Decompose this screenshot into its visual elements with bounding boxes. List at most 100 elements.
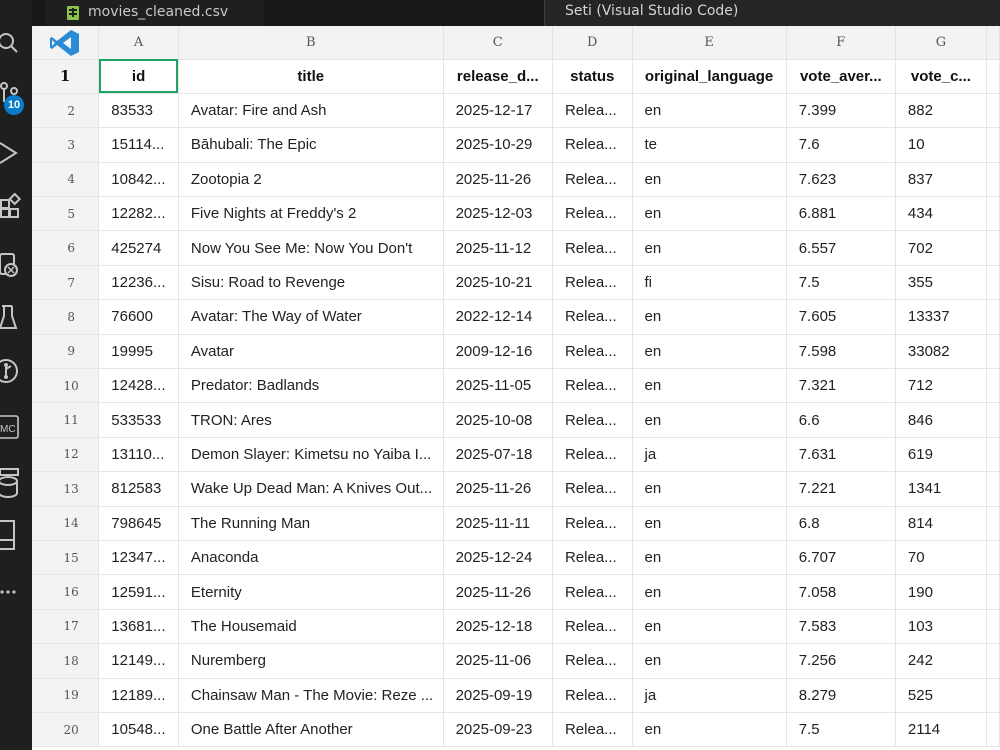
cell-partial[interactable] xyxy=(986,265,1000,301)
cell-vote-aver[interactable]: 6.707 xyxy=(786,540,896,576)
cell-vote-c[interactable]: 242 xyxy=(895,643,987,679)
cell-partial[interactable] xyxy=(986,196,1000,232)
cell-partial[interactable] xyxy=(986,712,1000,748)
row-number[interactable]: 4 xyxy=(32,162,100,198)
cell-vote-aver[interactable]: 7.623 xyxy=(786,162,896,198)
search-icon[interactable] xyxy=(0,26,32,60)
csv-grid[interactable]: A B C D E F G 1 id title release_d... st… xyxy=(32,26,1000,750)
cell-vote-aver[interactable]: 7.5 xyxy=(786,712,896,748)
row-number[interactable]: 15 xyxy=(32,540,100,576)
cell-id[interactable]: 12428... xyxy=(98,368,179,404)
cell-vote-c[interactable]: 355 xyxy=(895,265,987,301)
cell-title[interactable]: Demon Slayer: Kimetsu no Yaiba I... xyxy=(178,437,444,473)
cell-original-language[interactable]: te xyxy=(632,127,787,163)
cell-status[interactable]: Relea... xyxy=(552,540,633,576)
column-letter[interactable]: G xyxy=(895,26,987,60)
cell-release-d[interactable]: 2025-12-17 xyxy=(443,93,553,129)
cell-title[interactable]: Avatar xyxy=(178,334,444,370)
cell-original-language[interactable]: en xyxy=(632,334,787,370)
cell-vote-aver[interactable]: 7.399 xyxy=(786,93,896,129)
cell-id[interactable]: 15114... xyxy=(98,127,179,163)
cell-status[interactable]: Relea... xyxy=(552,230,633,266)
cell-partial[interactable] xyxy=(986,162,1000,198)
cell-title[interactable]: The Running Man xyxy=(178,506,444,541)
cell-vote-c[interactable]: 1341 xyxy=(895,471,987,507)
cell-title[interactable]: Wake Up Dead Man: A Knives Out... xyxy=(178,471,444,507)
column-letter[interactable]: E xyxy=(632,26,787,60)
cell-vote-c[interactable]: 190 xyxy=(895,574,987,610)
cell-title[interactable]: Nuremberg xyxy=(178,643,444,679)
testing-icon[interactable] xyxy=(0,300,32,334)
column-letter[interactable]: B xyxy=(178,26,444,60)
cell-original-language[interactable]: en xyxy=(632,712,787,748)
cell-release-d[interactable]: 2025-09-19 xyxy=(443,678,553,713)
cell-partial[interactable] xyxy=(986,368,1000,404)
row-number[interactable]: 3 xyxy=(32,127,100,163)
cell-status[interactable]: Relea... xyxy=(552,265,633,301)
cell-id[interactable]: 10548... xyxy=(98,712,179,748)
cell-partial[interactable] xyxy=(986,609,1000,645)
cell-vote-c[interactable]: 2114 xyxy=(895,712,987,748)
cell-status[interactable]: Relea... xyxy=(552,402,633,438)
header-cell[interactable]: vote_c... xyxy=(895,59,987,94)
cell-partial[interactable] xyxy=(986,299,1000,335)
cell-vote-aver[interactable]: 6.557 xyxy=(786,230,896,266)
cell-vote-c[interactable]: 814 xyxy=(895,506,987,541)
cell-vote-aver[interactable]: 7.6 xyxy=(786,127,896,163)
cell-id[interactable]: 12149... xyxy=(98,643,179,679)
cell-id[interactable]: 76600 xyxy=(98,299,179,335)
cell-status[interactable]: Relea... xyxy=(552,162,633,198)
cell-release-d[interactable]: 2025-07-18 xyxy=(443,437,553,473)
row-number[interactable]: 12 xyxy=(32,437,100,473)
cell-original-language[interactable]: en xyxy=(632,162,787,198)
database-icon[interactable] xyxy=(0,465,32,499)
cell-id[interactable]: 798645 xyxy=(98,506,179,541)
cell-vote-aver[interactable]: 7.631 xyxy=(786,437,896,473)
cell-id[interactable]: 12347... xyxy=(98,540,179,576)
cell-vote-aver[interactable]: 7.256 xyxy=(786,643,896,679)
cell-partial[interactable] xyxy=(986,574,1000,610)
panel-icon[interactable] xyxy=(0,518,32,552)
cell-vote-c[interactable]: 619 xyxy=(895,437,987,473)
row-number[interactable]: 19 xyxy=(32,678,100,713)
cell-title[interactable]: Anaconda xyxy=(178,540,444,576)
cell-release-d[interactable]: 2025-09-23 xyxy=(443,712,553,748)
cell-release-d[interactable]: 2025-12-18 xyxy=(443,609,553,645)
cell-partial[interactable] xyxy=(986,540,1000,576)
cell-release-d[interactable]: 2025-12-24 xyxy=(443,540,553,576)
header-cell[interactable]: release_d... xyxy=(443,59,553,94)
column-letter[interactable]: D xyxy=(552,26,633,60)
git-graph-icon[interactable] xyxy=(0,355,32,389)
row-number[interactable]: 8 xyxy=(32,299,100,335)
cell-original-language[interactable]: en xyxy=(632,574,787,610)
cell-partial[interactable] xyxy=(986,471,1000,507)
cell-original-language[interactable]: ja xyxy=(632,437,787,473)
cell-vote-c[interactable]: 434 xyxy=(895,196,987,232)
cell-id[interactable]: 10842... xyxy=(98,162,179,198)
cell-id[interactable]: 533533 xyxy=(98,402,179,438)
header-cell-selected[interactable]: id xyxy=(98,59,179,94)
row-number[interactable]: 6 xyxy=(32,230,100,266)
cell-partial[interactable] xyxy=(986,334,1000,370)
cell-status[interactable]: Relea... xyxy=(552,93,633,129)
row-number[interactable]: 13 xyxy=(32,471,100,507)
cell-vote-aver[interactable]: 6.6 xyxy=(786,402,896,438)
mc-icon[interactable]: MC xyxy=(0,411,32,445)
cell-status[interactable]: Relea... xyxy=(552,678,633,713)
more-icon[interactable] xyxy=(0,575,32,609)
cell-id[interactable]: 19995 xyxy=(98,334,179,370)
row-number[interactable]: 1 xyxy=(32,59,100,94)
row-number[interactable]: 11 xyxy=(32,402,100,438)
editor-tab[interactable]: movies_cleaned.csv xyxy=(46,0,264,26)
cell-title[interactable]: Sisu: Road to Revenge xyxy=(178,265,444,301)
column-letter-partial[interactable] xyxy=(986,26,1000,60)
cell-release-d[interactable]: 2009-12-16 xyxy=(443,334,553,370)
cell-vote-c[interactable]: 837 xyxy=(895,162,987,198)
row-number[interactable]: 14 xyxy=(32,506,100,541)
cell-original-language[interactable]: en xyxy=(632,230,787,266)
header-cell[interactable] xyxy=(986,59,1000,94)
row-number[interactable]: 20 xyxy=(32,712,100,748)
cell-original-language[interactable]: en xyxy=(632,402,787,438)
cell-id[interactable]: 12236... xyxy=(98,265,179,301)
cell-partial[interactable] xyxy=(986,437,1000,473)
